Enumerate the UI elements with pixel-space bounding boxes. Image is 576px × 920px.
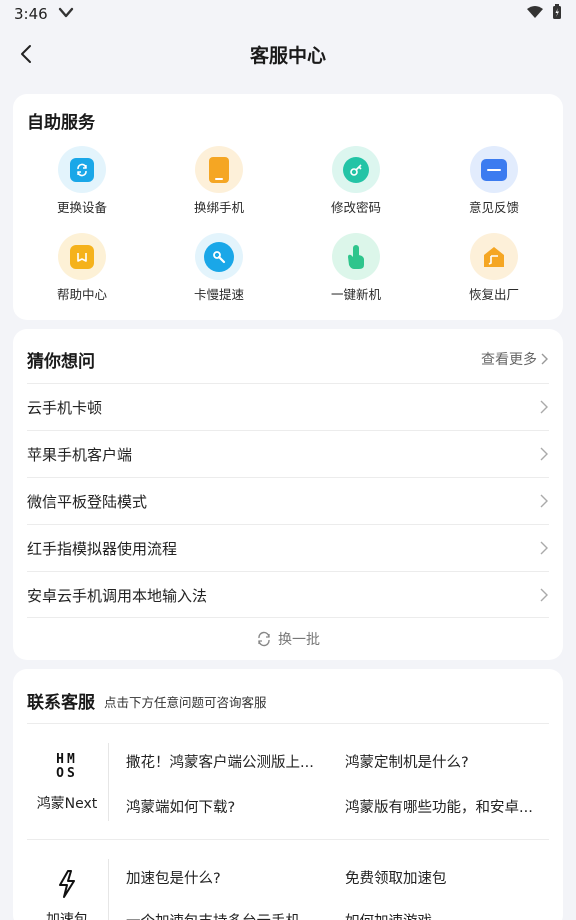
chevron-right-icon — [541, 353, 548, 365]
service-label: 意见反馈 — [468, 200, 519, 215]
service-change-password[interactable]: 修改密码 — [296, 146, 416, 216]
contact-question[interactable]: 一个加速包支持多台云手机 — [126, 910, 322, 920]
faq-item[interactable]: 安卓云手机调用本地输入法 — [27, 571, 549, 618]
boost-pack-group[interactable]: 加速包 — [27, 869, 107, 920]
chevron-right-icon — [540, 447, 548, 461]
contact-question[interactable]: 鸿蒙定制机是什么? — [345, 751, 545, 772]
contact-question[interactable]: 鸿蒙端如何下载? — [126, 796, 322, 817]
service-one-click-new[interactable]: 一键新机 — [296, 233, 416, 303]
hmos-logo: HM OS — [56, 753, 78, 781]
faq-item-label: 红手指模拟器使用流程 — [27, 539, 178, 558]
faq-item[interactable]: 红手指模拟器使用流程 — [27, 524, 549, 571]
faq-item-label: 苹果手机客户端 — [27, 445, 133, 464]
faq-item[interactable]: 微信平板登陆模式 — [27, 477, 549, 524]
contact-question[interactable]: 免费领取加速包 — [345, 867, 545, 888]
faq-card: 猜你想问 查看更多 云手机卡顿 苹果手机客户端 微信平板登陆模式 红手指模拟器使… — [13, 329, 563, 660]
contact-title: 联系客服 — [27, 693, 95, 713]
contact-question[interactable]: 加速包是什么? — [126, 867, 326, 888]
chevron-right-icon — [540, 494, 548, 508]
service-label: 卡慢提速 — [193, 287, 244, 302]
view-more-link[interactable]: 查看更多 — [481, 349, 549, 369]
contact-question[interactable]: 鸿蒙版有哪些功能，和安卓... — [345, 796, 545, 817]
phone-icon — [195, 146, 243, 193]
divider — [27, 839, 549, 840]
service-help-center[interactable]: 帮助中心 — [22, 233, 142, 303]
divider — [27, 723, 549, 724]
service-label: 恢复出厂 — [468, 287, 519, 302]
service-label: 帮助中心 — [56, 287, 107, 302]
view-more-label: 查看更多 — [481, 352, 537, 368]
faq-item-label: 微信平板登陆模式 — [27, 492, 148, 511]
back-button[interactable] — [12, 40, 40, 68]
faq-item[interactable]: 云手机卡顿 — [27, 383, 549, 430]
faq-item[interactable]: 苹果手机客户端 — [27, 430, 549, 477]
status-bar: 3:46 — [0, 0, 576, 28]
faq-item-label: 安卓云手机调用本地输入法 — [27, 586, 208, 605]
service-speed-up[interactable]: 卡慢提速 — [159, 233, 279, 303]
refresh-icon — [258, 631, 270, 647]
chevron-right-icon — [540, 588, 548, 602]
refresh-button[interactable]: 换一批 — [13, 629, 563, 649]
hmos-logo-bottom: OS — [56, 766, 78, 781]
factory-reset-icon — [470, 233, 518, 280]
status-time: 3:46 — [14, 5, 48, 23]
service-label: 换绑手机 — [193, 200, 244, 215]
notification-icon — [58, 5, 74, 23]
help-book-icon — [58, 233, 106, 280]
self-service-title: 自助服务 — [27, 113, 95, 133]
lightning-icon — [59, 870, 75, 898]
contact-card: 联系客服 点击下方任意问题可咨询客服 HM OS 鸿蒙Next 撒花！鸿蒙客户端… — [13, 669, 563, 920]
chevron-right-icon — [540, 400, 548, 414]
hmos-logo-top: HM — [56, 752, 78, 767]
contact-question[interactable]: 撒花！鸿蒙客户端公测版上... — [126, 751, 322, 772]
feedback-box-icon — [470, 146, 518, 193]
service-label: 修改密码 — [330, 200, 381, 215]
refresh-label: 换一批 — [278, 632, 320, 648]
service-label: 更换设备 — [56, 200, 107, 215]
service-feedback[interactable]: 意见反馈 — [434, 146, 554, 216]
tap-hand-icon — [332, 233, 380, 280]
group-name: 加速包 — [46, 912, 88, 920]
service-label: 一键新机 — [330, 287, 381, 302]
battery-icon — [552, 4, 562, 24]
contact-subtitle: 点击下方任意问题可咨询客服 — [104, 695, 267, 710]
service-rebind-phone[interactable]: 换绑手机 — [159, 146, 279, 216]
chevron-left-icon — [21, 45, 31, 63]
faq-item-label: 云手机卡顿 — [27, 398, 103, 417]
faq-title: 猜你想问 — [27, 352, 95, 372]
hmos-group[interactable]: HM OS 鸿蒙Next — [27, 753, 107, 813]
key-icon — [332, 146, 380, 193]
page-title: 客服中心 — [249, 44, 326, 67]
service-factory-reset[interactable]: 恢复出厂 — [434, 233, 554, 303]
service-swap-device[interactable]: 更换设备 — [22, 146, 142, 216]
divider — [108, 859, 109, 920]
divider — [27, 617, 549, 618]
chevron-right-icon — [540, 541, 548, 555]
wrench-icon — [195, 233, 243, 280]
swap-device-icon — [58, 146, 106, 193]
group-name: 鸿蒙Next — [36, 796, 98, 812]
wifi-icon — [526, 5, 544, 23]
contact-question[interactable]: 如何加速游戏 — [345, 910, 545, 920]
page-header: 客服中心 — [0, 30, 576, 78]
divider — [108, 743, 109, 821]
self-service-card: 自助服务 更换设备 换绑手机 修改密码 意见反馈 帮助中心 卡慢提速 一键新机 … — [13, 94, 563, 320]
